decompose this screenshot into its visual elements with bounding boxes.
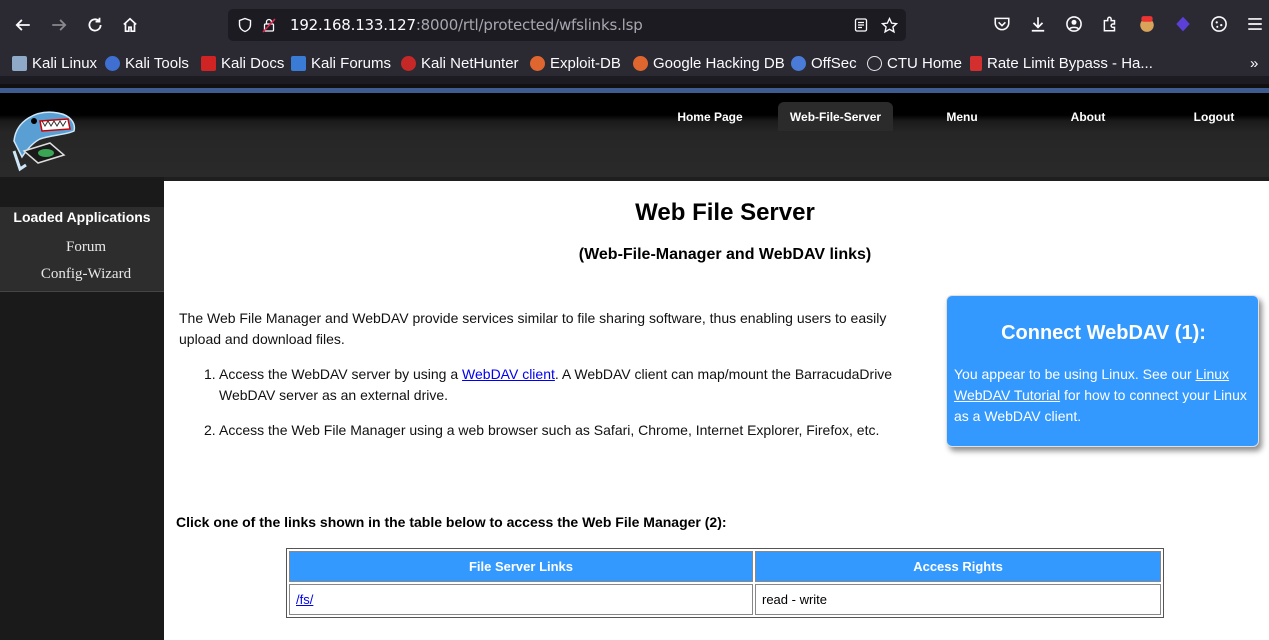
bookmark-google-hacking-db[interactable]: Google Hacking DB <box>633 53 785 73</box>
table-cell-rights: read - write <box>755 584 1161 615</box>
purple-extension-icon[interactable] <box>1173 14 1193 34</box>
extensions-icon[interactable] <box>1100 14 1120 34</box>
exploit-db-icon <box>530 55 545 71</box>
account-icon[interactable] <box>1064 14 1084 34</box>
bookmark-label: CTU Home <box>887 54 963 72</box>
kali-forums-icon <box>291 55 306 71</box>
bookmark-ctu-home[interactable]: CTU Home <box>867 53 962 73</box>
list-number: 2. <box>204 422 216 438</box>
back-icon[interactable] <box>8 10 38 40</box>
insecure-lock-icon[interactable] <box>260 16 278 34</box>
shield-icon[interactable] <box>236 16 254 34</box>
step2-text: Access the Web File Manager using a web … <box>219 422 880 438</box>
bookmark-kali-linux[interactable]: Kali Linux <box>12 53 97 73</box>
kali-docs-icon <box>201 55 216 71</box>
home-icon[interactable] <box>115 10 145 40</box>
table-cell-link: /fs/ <box>289 584 753 615</box>
webdav-client-link[interactable]: WebDAV client <box>462 366 555 382</box>
sidebar: Loaded Applications Forum Config-Wizard <box>0 177 164 640</box>
file-server-table: File Server Links Access Rights /fs/ rea… <box>286 548 1164 618</box>
bookmark-rate-limit-bypass[interactable]: Rate Limit Bypass - Ha... <box>970 53 1153 73</box>
list-item-webdav: 1. Access the WebDAV server by using a W… <box>204 364 919 406</box>
nav-menu[interactable]: Menu <box>936 102 988 131</box>
url-bar[interactable]: 192.168.133.127:8000/rtl/protected/wfsli… <box>228 9 906 41</box>
hamburger-menu-icon[interactable] <box>1245 14 1265 34</box>
bookmark-offsec[interactable]: OffSec <box>791 53 857 73</box>
forward-icon[interactable] <box>44 10 74 40</box>
bookmark-label: Kali NetHunter <box>421 54 519 72</box>
bookmark-label: Exploit-DB <box>550 54 621 72</box>
bookmark-label: Kali Linux <box>32 54 98 72</box>
bookmark-label: Rate Limit Bypass - Ha... <box>987 54 1153 72</box>
fs-link[interactable]: /fs/ <box>296 592 313 607</box>
step1-text: Access the WebDAV server by using a <box>219 366 463 382</box>
webdav-box-text: You appear to be using Linux. See our Li… <box>954 364 1256 427</box>
nav-home-page[interactable]: Home Page <box>668 102 752 131</box>
sidebar-item-config-wizard[interactable]: Config-Wizard <box>0 266 172 283</box>
bookmark-kali-forums[interactable]: Kali Forums <box>291 53 391 73</box>
bookmark-label: Kali Tools <box>125 54 189 72</box>
nav-web-file-server[interactable]: Web-File-Server <box>778 102 893 131</box>
bookmarks-overflow-icon[interactable]: » <box>1250 53 1258 73</box>
bookmark-kali-nethunter[interactable]: Kali NetHunter <box>401 53 519 73</box>
webdav-box-title: Connect WebDAV (1): <box>1001 322 1206 344</box>
kali-dragon-icon <box>12 55 27 71</box>
bookmark-exploit-db[interactable]: Exploit-DB <box>530 53 621 73</box>
bookmarks-toolbar: Kali Linux Kali Tools Kali Docs Kali For… <box>0 50 1269 76</box>
page-title: Web File Server <box>635 199 815 226</box>
bookmark-label: Kali Forums <box>311 54 392 72</box>
bookmark-label: Google Hacking DB <box>653 54 785 72</box>
site-header: Home Page Web-File-Server Menu About Log… <box>0 93 1269 177</box>
reload-icon[interactable] <box>80 10 110 40</box>
table-header-rights: Access Rights <box>755 551 1161 582</box>
list-item-file-manager: 2. Access the Web File Manager using a w… <box>204 420 919 441</box>
pocket-icon[interactable] <box>992 14 1012 34</box>
kali-tools-icon <box>105 55 120 71</box>
webdav-text-start: You appear to be using Linux. See our <box>954 366 1196 382</box>
main-content: Web File Server (Web-File-Manager and We… <box>164 177 1269 640</box>
hacktricks-icon <box>970 55 982 71</box>
table-header-links: File Server Links <box>289 551 753 582</box>
bookmark-kali-tools[interactable]: Kali Tools <box>105 53 189 73</box>
nav-about[interactable]: About <box>1062 102 1114 131</box>
url-text[interactable]: 192.168.133.127:8000/rtl/protected/wfsli… <box>290 16 643 34</box>
bookmark-label: OffSec <box>811 54 857 72</box>
intro-paragraph: The Web File Manager and WebDAV provide … <box>179 310 887 347</box>
page-subtitle: (Web-File-Manager and WebDAV links) <box>578 246 872 263</box>
download-icon[interactable] <box>1028 14 1048 34</box>
kali-nethunter-icon <box>401 55 416 71</box>
connect-webdav-box: Connect WebDAV (1): You appear to be usi… <box>946 295 1259 447</box>
nav-logout[interactable]: Logout <box>1186 102 1242 131</box>
globe-icon <box>867 55 882 71</box>
sidebar-item-forum[interactable]: Forum <box>0 239 172 256</box>
table-instruction: Click one of the links shown in the tabl… <box>176 514 727 530</box>
cookie-extension-icon[interactable] <box>1137 14 1157 34</box>
list-number: 1. <box>204 366 216 382</box>
offsec-icon <box>791 55 806 71</box>
reader-view-icon[interactable] <box>852 16 870 34</box>
web-page: Home Page Web-File-Server Menu About Log… <box>0 84 1269 640</box>
bookmark-label: Kali Docs <box>221 54 285 72</box>
bookmark-star-icon[interactable] <box>880 16 898 34</box>
ghdb-icon <box>633 55 648 71</box>
cookie-icon[interactable] <box>1209 14 1229 34</box>
barracuda-logo <box>12 111 76 172</box>
sidebar-title: Loaded Applications <box>13 209 151 225</box>
browser-toolbar: 192.168.133.127:8000/rtl/protected/wfsli… <box>0 0 1269 50</box>
bookmark-kali-docs[interactable]: Kali Docs <box>201 53 284 73</box>
